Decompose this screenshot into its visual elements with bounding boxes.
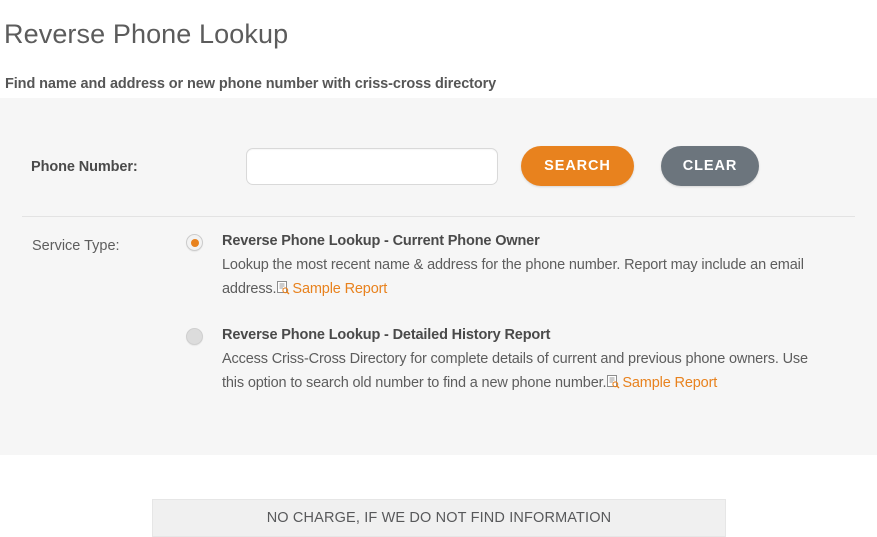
option-description: Lookup the most recent name & address fo… xyxy=(222,253,826,303)
sample-report-link[interactable]: Sample Report xyxy=(292,281,387,297)
option-description-text: Access Criss-Cross Directory for complet… xyxy=(222,351,808,391)
search-button[interactable]: SEARCH xyxy=(521,146,634,186)
service-option-current-owner[interactable]: Reverse Phone Lookup - Current Phone Own… xyxy=(186,229,826,303)
search-panel: Phone Number: SEARCH CLEAR Service Type:… xyxy=(0,98,877,455)
service-type-options: Reverse Phone Lookup - Current Phone Own… xyxy=(186,229,826,417)
option-description: Access Criss-Cross Directory for complet… xyxy=(222,347,826,397)
document-search-icon xyxy=(607,373,620,397)
no-charge-banner: NO CHARGE, IF WE DO NOT FIND INFORMATION xyxy=(152,499,726,537)
service-option-detailed-history[interactable]: Reverse Phone Lookup - Detailed History … xyxy=(186,323,826,397)
phone-number-input[interactable] xyxy=(246,148,498,185)
clear-button[interactable]: CLEAR xyxy=(661,146,759,186)
no-charge-banner-text: NO CHARGE, IF WE DO NOT FIND INFORMATION xyxy=(266,510,612,526)
radio-detailed-history[interactable] xyxy=(186,328,203,345)
radio-current-owner[interactable] xyxy=(186,234,203,251)
service-type-label: Service Type: xyxy=(32,238,120,254)
option-title: Reverse Phone Lookup - Current Phone Own… xyxy=(222,233,540,249)
document-search-icon xyxy=(277,279,290,303)
page-subtitle: Find name and address or new phone numbe… xyxy=(5,75,497,92)
phone-number-label: Phone Number: xyxy=(31,159,138,175)
sample-report-link[interactable]: Sample Report xyxy=(622,375,717,391)
page-title: Reverse Phone Lookup xyxy=(4,19,289,50)
option-title: Reverse Phone Lookup - Detailed History … xyxy=(222,327,551,343)
panel-divider xyxy=(22,216,855,217)
phone-number-form-row: Phone Number: SEARCH CLEAR xyxy=(0,141,877,203)
